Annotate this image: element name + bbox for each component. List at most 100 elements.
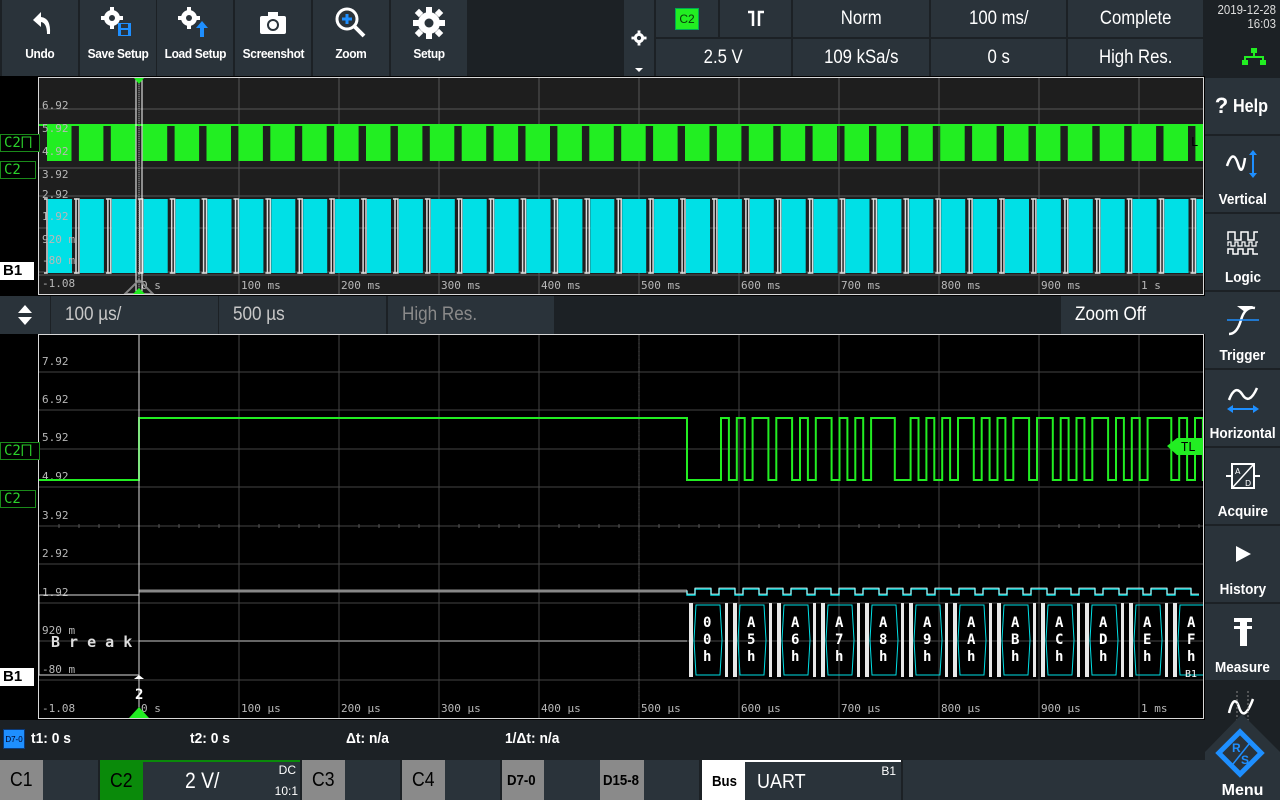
history-button[interactable]: History <box>1205 526 1280 602</box>
channel-d15-8[interactable]: D15-8 <box>600 760 644 800</box>
c2-burst <box>366 125 391 161</box>
undo-icon <box>33 12 51 34</box>
c2-burst <box>493 125 519 161</box>
measure-label: Measure <box>1215 659 1270 676</box>
measure-button[interactable]: Measure <box>1205 604 1280 680</box>
bus-frame-block <box>877 199 902 273</box>
bus-frame-block <box>207 199 232 273</box>
c2-burst <box>334 125 359 161</box>
channel-c2-settings[interactable]: 2 V/ DC 10:1 <box>143 760 300 800</box>
sidebar: 2019-12-28 16:03 ? Help Vertical Logic T… <box>1205 0 1280 800</box>
y-axis-label: 920 m <box>42 233 75 246</box>
bus-frame-block <box>749 199 774 273</box>
x-axis-label: 800 ms <box>941 279 981 292</box>
logic-button[interactable]: Logic <box>1205 214 1280 290</box>
channel-d7-0[interactable]: D7-0 <box>502 760 544 800</box>
horizontal-button[interactable]: Horizontal <box>1205 370 1280 446</box>
c2-trigger-tag[interactable]: C2⨅ <box>0 442 40 460</box>
svg-text:R: R <box>1232 741 1241 755</box>
c2-burst <box>525 125 550 161</box>
bus-stop-bit <box>1077 603 1080 677</box>
acquire-button[interactable]: AD Acquire <box>1205 448 1280 524</box>
c2-burst <box>844 125 869 161</box>
channel-d15-8-settings[interactable] <box>644 760 699 800</box>
acquisition-state[interactable]: Complete <box>1068 0 1203 37</box>
bus-frame-value: D <box>1099 632 1107 648</box>
screenshot-button[interactable]: Screenshot <box>235 0 311 76</box>
bus-frame-value: A <box>879 615 888 631</box>
trigger-level[interactable]: 2.5 V <box>656 39 791 76</box>
c2-trigger-tag[interactable]: C2⨅ <box>0 134 40 152</box>
gear-icon <box>413 7 445 39</box>
bus-start-bit <box>909 603 913 677</box>
channel-c2[interactable]: C2 <box>100 760 143 800</box>
c2-burst <box>812 125 838 161</box>
cursor-source-badge[interactable]: D7-0 <box>3 729 25 749</box>
help-button[interactable]: ? Help <box>1205 78 1280 134</box>
x-axis-label: 100 µs <box>241 702 281 715</box>
history-label: History <box>1219 581 1266 598</box>
bus-frame-block <box>526 199 551 273</box>
bus-b1-settings[interactable]: UART B1 <box>745 760 901 800</box>
quick-settings-button[interactable] <box>624 0 654 76</box>
bus-frame-block <box>462 199 487 273</box>
sample-rate[interactable]: 109 kSa/s <box>793 39 929 76</box>
bus-frame-block <box>590 199 615 273</box>
c2-burst <box>270 125 295 161</box>
bus-stop-bit <box>945 603 948 677</box>
datetime: 2019-12-28 16:03 <box>1205 0 1280 76</box>
zoom-button[interactable]: Zoom <box>313 0 389 76</box>
c2-burst <box>685 125 710 161</box>
c2-offset-tag[interactable]: C2 <box>0 490 36 508</box>
trigger-source[interactable]: C2 <box>656 0 718 37</box>
bus-frame-value: A <box>747 615 756 631</box>
channel-c2-label: C2 <box>110 769 133 792</box>
bus-frame-value: 7 <box>835 632 843 648</box>
channel-c3[interactable]: C3 <box>302 760 345 800</box>
channel-c4-settings[interactable] <box>445 760 500 800</box>
bus-start-bit <box>733 603 737 677</box>
c2-burst <box>589 125 614 161</box>
save-setup-button[interactable]: Save Setup <box>80 0 156 76</box>
chevron-down-icon <box>635 68 643 72</box>
c2-offset-tag[interactable]: C2 <box>0 161 36 179</box>
logic-icon <box>1226 230 1258 255</box>
y-axis-label: -1.08 <box>42 277 75 290</box>
menu-button[interactable]: RS Menu <box>1205 712 1280 800</box>
trigger-mode[interactable]: Norm <box>793 0 929 37</box>
bus-stop-bit <box>725 603 728 677</box>
bus-b1[interactable]: Bus <box>702 760 745 800</box>
channel-d7-0-settings[interactable] <box>544 760 600 800</box>
channel-c1[interactable]: C1 <box>0 760 43 800</box>
zoom-toggle-button[interactable] <box>0 296 50 334</box>
undo-button[interactable]: Undo <box>2 0 78 76</box>
svg-text:A: A <box>1235 467 1241 476</box>
bus-frame-block <box>909 199 934 273</box>
b1-bus-tag[interactable]: B1 <box>0 668 34 686</box>
x-axis-label: 700 µs <box>841 702 881 715</box>
bus-frame-block <box>973 199 998 273</box>
vertical-button[interactable]: Vertical <box>1205 136 1280 212</box>
load-setup-button[interactable]: Load Setup <box>157 0 233 76</box>
b1-bus-tag[interactable]: B1 <box>0 262 34 280</box>
zoom-position[interactable]: 500 µs <box>219 296 386 334</box>
zoom-off-button[interactable]: Zoom Off <box>1061 296 1205 334</box>
channel-c1-settings[interactable] <box>43 760 98 800</box>
overview-diagram[interactable]: 6.92 5.92 4.92 3.92 2.92 1.92 920 m -80 m -1.08 0… <box>38 77 1204 295</box>
trigger-button[interactable]: Trigger <box>1205 292 1280 368</box>
horizontal-position[interactable]: 0 s <box>931 39 1066 76</box>
trigger-icon <box>1226 305 1259 335</box>
y-axis-label: 5.92 <box>42 122 69 135</box>
bus-frame-block <box>271 199 296 273</box>
trigger-slope[interactable] <box>720 0 791 37</box>
channel-bar: C1 C2 2 V/ DC 10:1 C3 C4 D7-0 D15-8 Bus … <box>0 758 1205 800</box>
channel-c4[interactable]: C4 <box>402 760 445 800</box>
zoom-timebase[interactable]: 100 µs/ <box>51 296 218 334</box>
acquisition-mode[interactable]: High Res. <box>1068 39 1203 76</box>
timebase[interactable]: 100 ms/ <box>931 0 1066 37</box>
setup-button[interactable]: Setup <box>391 0 467 76</box>
channel-c3-settings[interactable] <box>345 760 400 800</box>
y-axis-label: 2.92 <box>42 188 69 201</box>
zoom-diagram[interactable]: 7.92 6.92 5.92 4.92 3.92 2.92 1.92 920 m -80 m -1… <box>38 334 1204 719</box>
overview-waveforms: 6.925.924.923.922.921.92920 m-80 m-1.08 0… <box>39 78 1203 294</box>
